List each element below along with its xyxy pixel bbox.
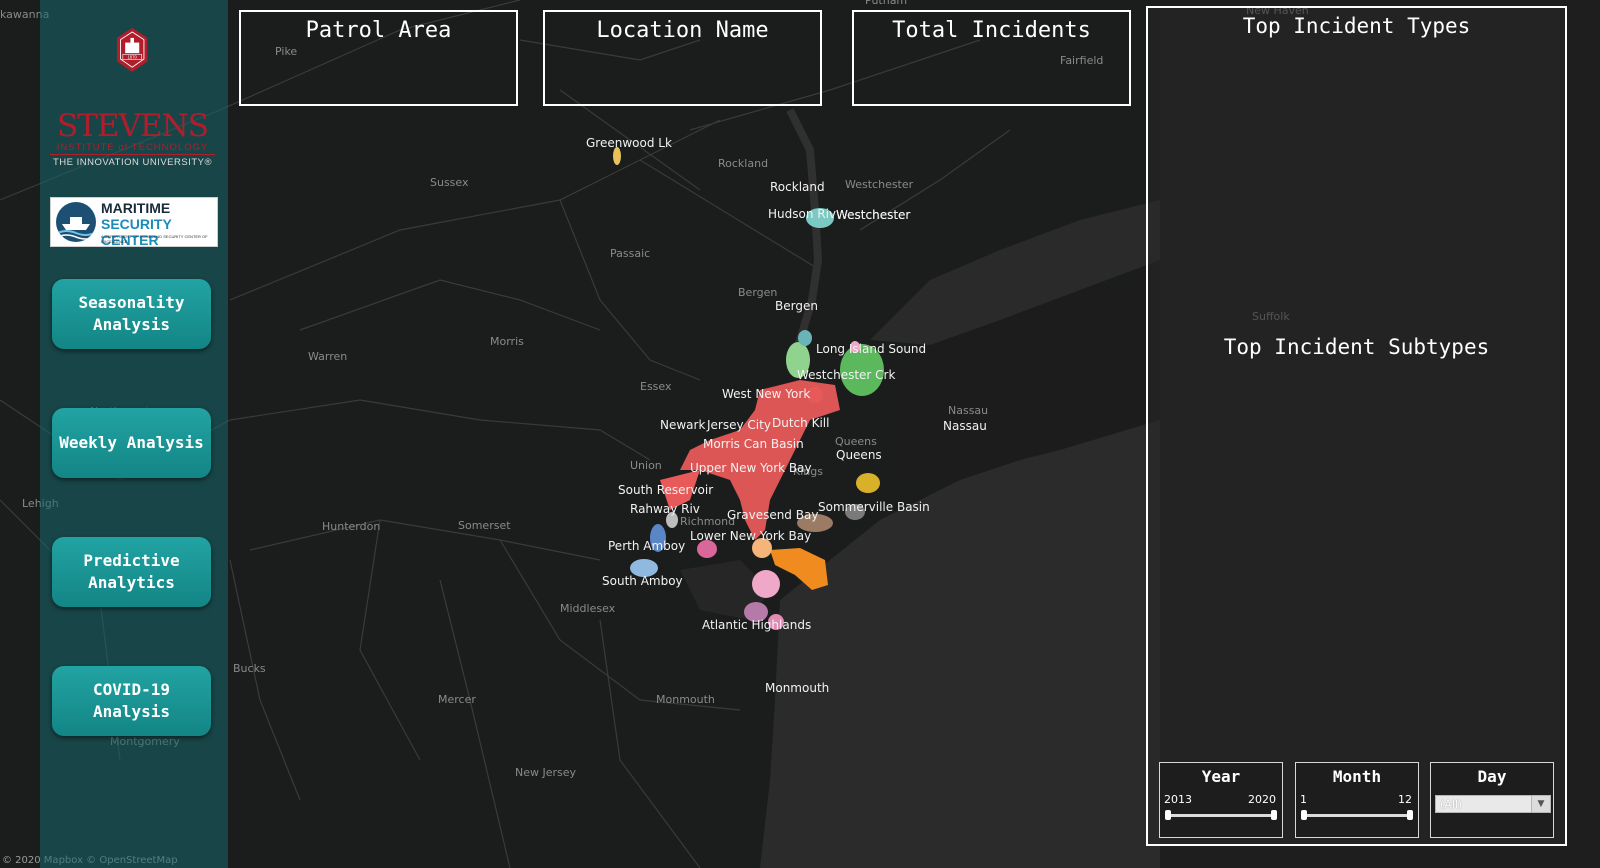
map-place-label: West New York bbox=[722, 387, 810, 401]
incident-cluster-pink bbox=[752, 570, 780, 598]
svg-text:1870: 1870 bbox=[128, 54, 138, 59]
patrol-area-title: Patrol Area bbox=[305, 18, 452, 43]
map-region-label: Westchester bbox=[845, 178, 914, 191]
year-filter-max: 2020 bbox=[1248, 793, 1276, 806]
map-region-label: Hunterdon bbox=[322, 520, 380, 533]
patrol-area-card: Patrol Area bbox=[239, 10, 518, 106]
map-region-label: Nassau bbox=[948, 404, 988, 417]
map-place-label: Upper New York Bay bbox=[690, 461, 812, 475]
month-filter: Month 1 12 bbox=[1295, 762, 1419, 838]
year-slider-track[interactable] bbox=[1166, 814, 1276, 817]
map-region-label: Putnam bbox=[865, 0, 907, 7]
year-filter-title: Year bbox=[1201, 767, 1241, 786]
chevron-down-icon[interactable]: ▼ bbox=[1531, 796, 1550, 812]
map-place-label: Westchester Crk bbox=[797, 368, 895, 382]
day-filter-title: Day bbox=[1477, 767, 1507, 786]
map-region-label: Union bbox=[630, 459, 662, 472]
map-region-label: Rockland bbox=[718, 157, 768, 170]
map-place-label: Nassau bbox=[943, 419, 987, 433]
day-dropdown-value: (All) bbox=[1440, 798, 1463, 811]
day-dropdown[interactable]: (All) ▼ bbox=[1435, 795, 1551, 813]
maritime-security-center-logo: MARITIME SECURITY CENTER A DEPARTMENT OF… bbox=[50, 197, 218, 248]
map-region-label: Somerset bbox=[458, 519, 511, 532]
weekly-analysis-button[interactable]: Weekly Analysis bbox=[52, 408, 211, 478]
map-place-label: Bergen bbox=[775, 299, 818, 313]
map-region-label: Middlesex bbox=[560, 602, 616, 615]
map-region-label: Bucks bbox=[233, 662, 266, 675]
map-place-label: Lower New York Bay bbox=[690, 529, 811, 543]
map-place-label: Hudson Riv bbox=[768, 207, 836, 221]
top-incident-subtypes-title: Top Incident Subtypes bbox=[1223, 335, 1490, 359]
map-place-label: Sommerville Basin bbox=[818, 500, 930, 514]
day-filter: Day (All) ▼ bbox=[1430, 762, 1554, 838]
map-place-label: Jersey City bbox=[706, 418, 771, 432]
location-name-card: Location Name bbox=[543, 10, 822, 106]
total-incidents-card: Total Incidents bbox=[852, 10, 1131, 106]
stevens-subtitle: INSTITUTE of TECHNOLOGY bbox=[56, 142, 209, 153]
month-filter-min: 1 bbox=[1300, 793, 1307, 806]
ship-icon bbox=[56, 202, 96, 242]
month-slider-min-handle[interactable] bbox=[1301, 810, 1307, 820]
map-region-label: Queens bbox=[835, 435, 877, 448]
map-place-label: Dutch Kill bbox=[772, 416, 829, 430]
stevens-divider bbox=[50, 154, 215, 155]
map-region-label: Morris bbox=[490, 335, 524, 348]
top-incident-types-title: Top Incident Types bbox=[1242, 14, 1471, 38]
seasonality-analysis-button[interactable]: Seasonality Analysis bbox=[52, 279, 211, 349]
map-place-label: Monmouth bbox=[765, 681, 829, 695]
map-place-label: Westchester bbox=[836, 208, 910, 222]
year-slider-min-handle[interactable] bbox=[1165, 810, 1171, 820]
total-incidents-title: Total Incidents bbox=[892, 18, 1091, 43]
stevens-seal-logo: 1870 bbox=[116, 27, 148, 72]
map-region-label: Bergen bbox=[738, 286, 777, 299]
location-name-title: Location Name bbox=[596, 18, 769, 43]
map-place-label: Rahway Riv bbox=[630, 502, 700, 516]
map-region-label: Warren bbox=[308, 350, 347, 363]
map-place-label: Greenwood Lk bbox=[586, 136, 672, 150]
map-place-label: Newark bbox=[660, 418, 705, 432]
map-place-label: South Reservoir bbox=[618, 483, 713, 497]
msc-title-line1: MARITIME bbox=[101, 200, 171, 216]
map-region-label: Mercer bbox=[438, 693, 476, 706]
map-region-label: Monmouth bbox=[656, 693, 715, 706]
map-place-label: Rockland bbox=[770, 180, 825, 194]
stevens-tagline: THE INNOVATION UNIVERSITY® bbox=[53, 157, 212, 168]
map-place-label: Gravesend Bay bbox=[727, 508, 818, 522]
year-filter: Year 2013 2020 bbox=[1159, 762, 1283, 838]
incident-types-panel: Top Incident Types Top Incident Subtypes bbox=[1146, 6, 1567, 846]
map-place-label: Atlantic Highlands bbox=[702, 618, 811, 632]
map-place-label: Morris Can Basin bbox=[703, 437, 804, 451]
stevens-wordmark: STEVENS bbox=[57, 108, 209, 144]
map-place-label: Long Island Sound bbox=[816, 342, 926, 356]
month-filter-title: Month bbox=[1332, 767, 1382, 786]
map-region-label: Passaic bbox=[610, 247, 650, 260]
month-slider-track[interactable] bbox=[1302, 814, 1412, 817]
year-filter-min: 2013 bbox=[1164, 793, 1192, 806]
map-place-label: Queens bbox=[836, 448, 882, 462]
map-region-label: Sussex bbox=[430, 176, 469, 189]
predictive-analytics-button[interactable]: Predictive Analytics bbox=[52, 537, 211, 607]
month-slider-max-handle[interactable] bbox=[1407, 810, 1413, 820]
incident-cluster-teal-small bbox=[798, 330, 812, 346]
map-place-label: South Amboy bbox=[602, 574, 683, 588]
map-place-label: Perth Amboy bbox=[608, 539, 685, 553]
month-filter-max: 12 bbox=[1398, 793, 1412, 806]
incident-cluster-queens bbox=[856, 473, 880, 493]
year-slider-max-handle[interactable] bbox=[1271, 810, 1277, 820]
msc-title-line3: A DEPARTMENT OF HOMELAND SECURITY CENTER… bbox=[101, 234, 208, 244]
map-region-label: Essex bbox=[640, 380, 672, 393]
map-region-label: New Jersey bbox=[515, 766, 577, 779]
covid-19-analysis-button[interactable]: COVID-19 Analysis bbox=[52, 666, 211, 736]
